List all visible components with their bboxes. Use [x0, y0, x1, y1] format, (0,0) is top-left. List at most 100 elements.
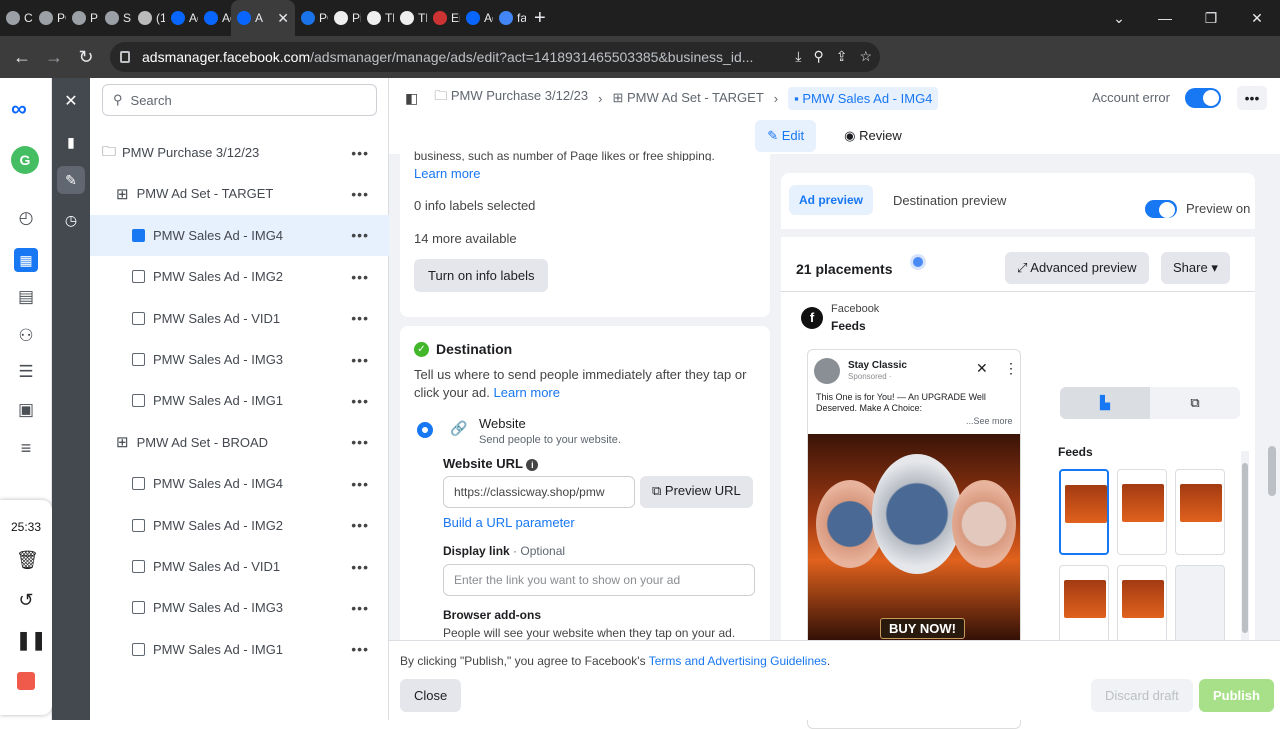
restore-button[interactable]: ❐: [1188, 10, 1234, 27]
more-options-icon[interactable]: •••: [351, 186, 369, 202]
tree-item-ad[interactable]: PMW Sales Ad - IMG3 •••: [90, 587, 389, 628]
close-editor-icon[interactable]: ✕: [57, 88, 85, 116]
discard-draft-button[interactable]: Discard draft: [1091, 679, 1193, 712]
more-options-icon[interactable]: •••: [351, 600, 369, 616]
tree-item-ad[interactable]: PMW Sales Ad - IMG3 •••: [90, 339, 389, 380]
tree-item-campaign[interactable]: 🗀 PMW Purchase 3/12/23 •••: [90, 132, 389, 173]
tree-item-adset[interactable]: ⊞ PMW Ad Set - TARGET •••: [90, 173, 389, 214]
catalog-icon[interactable]: ▣: [14, 400, 38, 420]
more-options-icon[interactable]: •••: [351, 393, 369, 409]
minimize-button[interactable]: —: [1142, 10, 1188, 26]
tree-item-ad[interactable]: PMW Sales Ad - IMG1 •••: [90, 380, 389, 421]
close-window-button[interactable]: ✕: [1234, 10, 1280, 27]
tree-search-input[interactable]: ⚲ Search: [102, 84, 377, 116]
scrollbar-thumb[interactable]: [1268, 446, 1276, 496]
more-options-button[interactable]: •••: [1237, 86, 1267, 110]
browser-tab[interactable]: POE: [33, 0, 66, 36]
more-options-icon[interactable]: •••: [351, 517, 369, 533]
ads-manager-icon[interactable]: ▦: [14, 248, 38, 272]
preview-url-button[interactable]: ⧉ Preview URL: [640, 476, 753, 508]
browser-tab[interactable]: Cla: [0, 0, 33, 36]
close-button[interactable]: Close: [400, 679, 462, 712]
tree-item-ad[interactable]: PMW Sales Ad - VID1 •••: [90, 546, 389, 587]
website-url-input[interactable]: https://classicway.shop/pmw: [443, 476, 635, 508]
bookmark-star-icon[interactable]: ☆: [859, 48, 872, 65]
share-button[interactable]: Share ▾: [1161, 252, 1230, 284]
all-tools-menu-icon[interactable]: ≡: [14, 438, 38, 459]
install-icon[interactable]: ⤓: [795, 48, 801, 65]
browser-tab[interactable]: face: [493, 0, 526, 36]
browser-tab[interactable]: Enha: [427, 0, 460, 36]
browser-tab[interactable]: Ads: [165, 0, 198, 36]
terms-link[interactable]: Terms and Advertising Guidelines: [649, 654, 827, 668]
website-radio[interactable]: [417, 422, 433, 438]
see-more-link[interactable]: ...See more: [966, 416, 1013, 426]
more-options-icon[interactable]: •••: [351, 227, 369, 243]
tree-item-adset[interactable]: ⊞ PMW Ad Set - BROAD •••: [90, 422, 389, 463]
publish-button[interactable]: Publish: [1199, 679, 1274, 712]
restart-icon[interactable]: ↺: [16, 590, 36, 610]
more-options-icon[interactable]: •••: [351, 476, 369, 492]
browser-tab[interactable]: Ad: [460, 0, 493, 36]
browser-tab[interactable]: The: [361, 0, 394, 36]
browser-tab[interactable]: PMW: [66, 0, 99, 36]
tree-item-ad[interactable]: PMW Sales Ad - IMG4 •••: [90, 214, 389, 256]
tree-item-ad[interactable]: PMW Sales Ad - IMG4 •••: [90, 463, 389, 504]
browser-tab[interactable]: SKM: [99, 0, 132, 36]
scrollbar-thumb[interactable]: [1242, 463, 1248, 633]
zoom-icon[interactable]: ⚲: [813, 48, 823, 65]
tree-item-ad[interactable]: PMW Sales Ad - IMG1 •••: [90, 629, 389, 670]
tree-item-ad[interactable]: PMW Sales Ad - IMG2 •••: [90, 256, 389, 297]
billing-icon[interactable]: ☰: [14, 362, 38, 382]
placement-thumbnail[interactable]: [1117, 469, 1167, 555]
browser-tab[interactable]: THA: [394, 0, 427, 36]
more-options-icon[interactable]: •••: [351, 352, 369, 368]
back-button[interactable]: ←: [6, 47, 38, 68]
ad-status-toggle[interactable]: [1185, 88, 1221, 108]
audiences-icon[interactable]: ⚇: [14, 326, 38, 346]
review-mode-button[interactable]: ◉ Review: [832, 120, 914, 152]
destination-learn-more-link[interactable]: Learn more: [494, 385, 560, 400]
tree-item-ad[interactable]: PMW Sales Ad - IMG2 •••: [90, 505, 389, 546]
close-tab-icon[interactable]: ✕: [277, 10, 289, 27]
toggle-panel-icon[interactable]: ◧: [405, 90, 418, 107]
browser-tab[interactable]: Ads: [198, 0, 231, 36]
new-tab-button[interactable]: +: [534, 7, 546, 30]
close-icon[interactable]: ✕: [976, 360, 988, 377]
more-options-icon[interactable]: •••: [351, 641, 369, 657]
breadcrumb-campaign[interactable]: 🗀 PMW Purchase 3/12/23: [434, 87, 588, 109]
tree-item-ad[interactable]: PMW Sales Ad - VID1 •••: [90, 298, 389, 339]
preview-on-toggle[interactable]: [1145, 200, 1177, 218]
breadcrumb-ad[interactable]: ▪ PMW Sales Ad - IMG4: [788, 86, 939, 110]
advanced-preview-button[interactable]: ⤢ Advanced preview: [1005, 252, 1149, 284]
more-options-icon[interactable]: •••: [351, 310, 369, 326]
browser-tab[interactable]: POE: [295, 0, 328, 36]
pages-icon[interactable]: ▤: [14, 287, 38, 307]
build-url-parameter-link[interactable]: Build a URL parameter: [443, 515, 575, 530]
forward-button[interactable]: →: [38, 47, 70, 68]
trash-icon[interactable]: 🗑: [16, 550, 39, 570]
turn-on-info-labels-button[interactable]: Turn on info labels: [414, 259, 549, 292]
placement-thumbnail[interactable]: [1175, 469, 1225, 555]
more-options-icon[interactable]: •••: [351, 145, 369, 161]
edit-pencil-icon[interactable]: ✎: [57, 166, 85, 194]
destination-preview-tab[interactable]: Destination preview: [883, 185, 1016, 216]
address-bar[interactable]: adsmanager.facebook.com /adsmanager/mana…: [110, 42, 880, 72]
info-learn-more-link[interactable]: Learn more: [414, 166, 480, 181]
tab-search-icon[interactable]: ⌄: [1096, 10, 1142, 27]
grid-view-icon[interactable]: ▙: [1060, 387, 1150, 419]
pause-icon[interactable]: ❚❚: [16, 630, 46, 650]
editor-scrollbar[interactable]: [1265, 158, 1279, 718]
history-clock-icon[interactable]: ◷: [57, 206, 85, 234]
placement-thumbnail[interactable]: [1059, 469, 1109, 555]
placement-thumbnail[interactable]: [1117, 565, 1167, 651]
more-options-icon[interactable]: •••: [351, 434, 369, 450]
info-icon[interactable]: i: [526, 459, 539, 471]
charts-icon[interactable]: ▮: [57, 128, 85, 156]
placement-thumbnail[interactable]: [1175, 565, 1225, 651]
dashboard-icon[interactable]: ◴: [14, 208, 38, 228]
display-link-input[interactable]: Enter the link you want to show on your …: [443, 564, 755, 596]
reload-button[interactable]: ↻: [70, 47, 102, 68]
breadcrumb-adset[interactable]: ⊞ PMW Ad Set - TARGET: [613, 90, 764, 106]
account-avatar[interactable]: G: [11, 146, 39, 174]
